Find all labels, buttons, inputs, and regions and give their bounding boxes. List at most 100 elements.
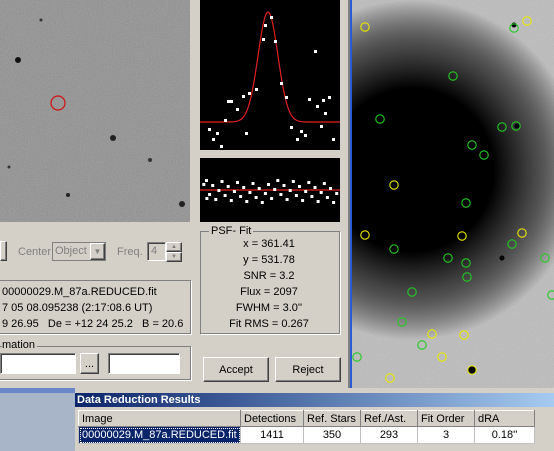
residual-point bbox=[229, 199, 233, 202]
spin-button-left[interactable] bbox=[0, 241, 7, 261]
freq-spin-down[interactable]: ▼ bbox=[166, 252, 182, 262]
psf-data-point bbox=[332, 138, 335, 141]
residual-point bbox=[214, 198, 218, 201]
residual-point bbox=[220, 180, 224, 183]
image-view-right[interactable] bbox=[352, 0, 554, 388]
info-filename: 00000029.M_87a.REDUCED.fit bbox=[2, 286, 157, 298]
residual-point bbox=[282, 184, 286, 187]
residual-point bbox=[232, 190, 236, 193]
psf-data-point bbox=[242, 95, 245, 98]
psf-fwhm: FWHM = 3.0'' bbox=[235, 302, 303, 314]
residual-point bbox=[291, 180, 295, 183]
residual-point bbox=[304, 190, 308, 193]
psf-data-point bbox=[324, 112, 327, 115]
residual-point bbox=[332, 201, 336, 204]
residual-point bbox=[288, 189, 292, 192]
residual-point bbox=[223, 194, 227, 197]
residual-point bbox=[267, 183, 270, 186]
cell-image[interactable]: 00000029.M_87a.REDUCED.fit bbox=[78, 426, 241, 444]
psf-data-point bbox=[264, 24, 267, 27]
column-header-ref-stars[interactable]: Ref. Stars bbox=[303, 410, 361, 427]
psf-data-point bbox=[255, 88, 258, 91]
residual-point bbox=[208, 193, 212, 196]
freq-label: Freq. bbox=[117, 246, 143, 258]
residual-point bbox=[245, 200, 249, 203]
residual-point bbox=[322, 182, 326, 185]
column-header-detections[interactable]: Detections bbox=[240, 410, 304, 427]
psf-residual-plot bbox=[200, 158, 340, 222]
confirmation-value-field[interactable] bbox=[108, 353, 180, 374]
psf-fit-rms: Fit RMS = 0.267 bbox=[229, 318, 309, 330]
psf-data-point bbox=[270, 16, 273, 19]
psf-data-point bbox=[262, 38, 265, 41]
center-select[interactable]: Object ▼ bbox=[52, 242, 106, 261]
residual-point bbox=[279, 193, 283, 196]
residual-point bbox=[335, 192, 339, 195]
psf-data-point bbox=[308, 98, 311, 101]
residual-point bbox=[205, 179, 208, 182]
cell-fit-order[interactable]: 3 bbox=[417, 426, 475, 444]
accept-button[interactable]: Accept bbox=[203, 357, 269, 382]
psf-flux: Flux = 2097 bbox=[240, 286, 298, 298]
psf-data-point bbox=[245, 132, 248, 135]
right-view-border bbox=[350, 0, 352, 388]
column-header-fit-order[interactable]: Fit Order bbox=[417, 410, 475, 427]
confirmation-group-label: mation bbox=[2, 339, 38, 351]
psf-x: x = 361.41 bbox=[243, 238, 295, 250]
chevron-down-icon[interactable]: ▼ bbox=[90, 243, 105, 260]
info-date: 7 05 08.095238 (2:17:08.6 UT) bbox=[2, 302, 153, 314]
psf-data-point bbox=[290, 126, 293, 129]
freq-spin-up[interactable]: ▲ bbox=[166, 242, 182, 252]
freq-input[interactable]: 4 bbox=[147, 242, 166, 261]
column-header-dra[interactable]: dRA bbox=[474, 410, 535, 427]
psf-fit-panel: PSF- Fit x = 361.41 y = 531.78 SNR = 3.2… bbox=[200, 225, 340, 334]
psf-data-point bbox=[296, 138, 299, 141]
residual-point bbox=[301, 199, 305, 202]
residual-point bbox=[226, 185, 230, 188]
residual-point bbox=[217, 189, 221, 192]
psf-data-point bbox=[220, 145, 223, 148]
browse-button[interactable]: ... bbox=[80, 353, 99, 374]
column-header-image[interactable]: Image bbox=[78, 410, 241, 427]
residual-point bbox=[313, 186, 317, 189]
residual-point bbox=[211, 184, 215, 187]
image-view-left[interactable] bbox=[0, 0, 190, 222]
residual-point bbox=[325, 196, 329, 199]
residual-point bbox=[294, 194, 298, 197]
cell-detections[interactable]: 1411 bbox=[240, 426, 304, 444]
psf-data-point bbox=[274, 40, 277, 43]
residual-point bbox=[236, 181, 239, 184]
accept-button-label: Accept bbox=[219, 363, 253, 376]
psf-fit-title: PSF- Fit bbox=[209, 225, 254, 237]
table-row[interactable]: 00000029.M_87a.REDUCED.fit 1411 350 293 … bbox=[78, 426, 535, 444]
residual-point bbox=[202, 183, 206, 186]
psf-data-point bbox=[320, 125, 323, 128]
freq-input-value: 4 bbox=[151, 245, 158, 257]
residual-point bbox=[257, 187, 261, 190]
info-coords: 9 26.95 De = +12 24 25.2 B = 20.6 bbox=[2, 318, 184, 330]
reject-button-label: Reject bbox=[292, 363, 324, 376]
psf-profile-plot bbox=[200, 0, 340, 150]
psf-data-point bbox=[322, 99, 325, 102]
cell-ref-stars[interactable]: 350 bbox=[303, 426, 361, 444]
psf-y: y = 531.78 bbox=[243, 254, 295, 266]
psf-data-point bbox=[208, 128, 211, 131]
residual-point bbox=[248, 191, 252, 194]
results-window-title[interactable]: Data Reduction Results bbox=[75, 393, 554, 407]
psf-data-point bbox=[236, 108, 239, 111]
psf-data-point bbox=[212, 138, 215, 141]
results-table: Image Detections Ref. Stars Ref./Ast. Fi… bbox=[78, 410, 535, 444]
residual-point bbox=[307, 181, 311, 184]
center-label: Center bbox=[18, 246, 52, 258]
confirmation-path-field[interactable] bbox=[0, 353, 76, 374]
residual-point bbox=[316, 200, 320, 203]
cell-ref-ast[interactable]: 293 bbox=[360, 426, 418, 444]
residual-point bbox=[319, 191, 323, 194]
psf-data-point bbox=[304, 134, 307, 137]
center-select-value: Object bbox=[55, 245, 87, 257]
psf-snr: SNR = 3.2 bbox=[243, 270, 295, 282]
reject-button[interactable]: Reject bbox=[275, 357, 341, 382]
residual-point bbox=[310, 195, 314, 198]
cell-dra[interactable]: 0.18'' bbox=[474, 426, 535, 444]
column-header-ref-ast[interactable]: Ref./Ast. bbox=[360, 410, 418, 427]
